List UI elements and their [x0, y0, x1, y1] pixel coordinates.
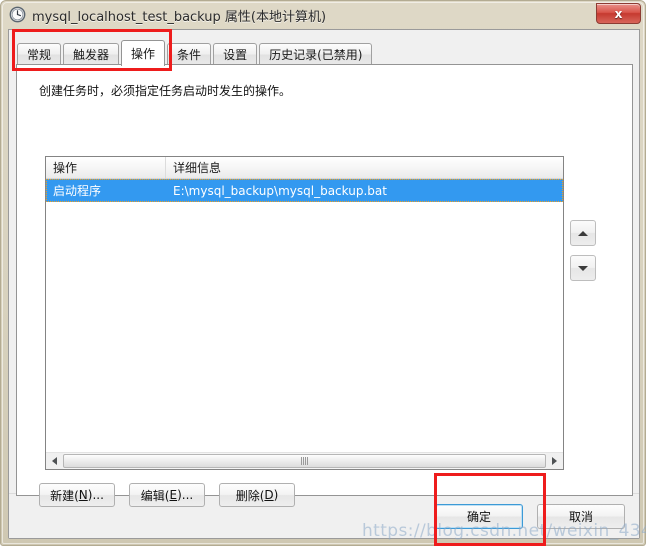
- tab-page-actions: 创建任务时，必须指定任务启动时发生的操作。 操作 详细信息 启动程序 E:\my…: [16, 64, 633, 507]
- new-button-prefix: 新建(: [50, 488, 79, 503]
- edit-button[interactable]: 编辑(E)...: [129, 483, 205, 507]
- tab-label: 条件: [177, 48, 202, 62]
- grip-icon: [300, 457, 309, 465]
- tab-label: 操作: [131, 47, 156, 61]
- cell-details: E:\mysql_backup\mysql_backup.bat: [173, 183, 387, 198]
- scroll-right-icon[interactable]: [546, 453, 563, 469]
- properties-dialog-window: mysql_localhost_test_backup 属性(本地计算机) x …: [0, 0, 646, 546]
- close-button[interactable]: x: [596, 3, 641, 24]
- tab-label: 常规: [27, 48, 52, 62]
- column-header-details[interactable]: 详细信息: [166, 157, 563, 178]
- new-button-suffix: )...: [87, 488, 104, 502]
- delete-button-prefix: 删除(: [235, 488, 265, 503]
- tab-conditions[interactable]: 条件: [167, 43, 212, 65]
- table-row[interactable]: 启动程序 E:\mysql_backup\mysql_backup.bat: [46, 179, 563, 202]
- new-button[interactable]: 新建(N)...: [39, 483, 115, 507]
- actions-list-view[interactable]: 操作 详细信息 启动程序 E:\mysql_backup\mysql_backu…: [45, 156, 564, 470]
- tab-strip: 常规 触发器 操作 条件 设置 历史记录(已禁用): [17, 39, 374, 66]
- move-up-button[interactable]: [570, 220, 596, 246]
- dialog-client-area: 常规 触发器 操作 条件 设置 历史记录(已禁用) 创建任务时，必须指定任务启动…: [8, 29, 640, 539]
- edit-button-prefix: 编辑(: [140, 488, 170, 503]
- edit-button-accelerator: E: [169, 488, 178, 502]
- title-bar[interactable]: mysql_localhost_test_backup 属性(本地计算机) x: [1, 1, 646, 29]
- page-description: 创建任务时，必须指定任务启动时发生的操作。: [39, 84, 292, 98]
- scrollbar-track[interactable]: [63, 453, 546, 469]
- edit-button-suffix: )...: [177, 488, 194, 502]
- scrollbar-thumb[interactable]: [63, 454, 546, 468]
- action-button-row: 新建(N)... 编辑(E)... 删除(D): [39, 483, 309, 507]
- tab-actions[interactable]: 操作: [121, 40, 166, 66]
- watermark-text: https://blog.csdn.net/weixin_43453386: [362, 521, 646, 541]
- move-down-button[interactable]: [570, 255, 596, 281]
- horizontal-scrollbar[interactable]: [46, 452, 563, 469]
- new-button-accelerator: N: [78, 488, 88, 502]
- delete-button[interactable]: 删除(D): [219, 483, 295, 507]
- tab-label: 历史记录(已禁用): [269, 48, 363, 62]
- delete-button-accelerator: D: [264, 488, 274, 502]
- delete-button-suffix: ): [273, 488, 279, 502]
- arrow-down-icon: [578, 265, 588, 271]
- close-icon: x: [614, 6, 623, 21]
- tab-history[interactable]: 历史记录(已禁用): [259, 43, 373, 65]
- arrow-up-icon: [578, 230, 588, 236]
- scroll-left-icon[interactable]: [46, 453, 63, 469]
- order-buttons: [570, 220, 596, 290]
- column-header-action[interactable]: 操作: [46, 157, 166, 178]
- tab-triggers[interactable]: 触发器: [63, 43, 120, 65]
- cell-action: 启动程序: [53, 184, 102, 198]
- tab-general[interactable]: 常规: [17, 43, 62, 65]
- tab-label: 设置: [223, 48, 248, 62]
- clock-icon: [9, 6, 26, 23]
- tab-label: 触发器: [73, 48, 110, 62]
- list-header: 操作 详细信息: [46, 157, 563, 179]
- window-title: mysql_localhost_test_backup 属性(本地计算机): [32, 9, 327, 25]
- tab-settings[interactable]: 设置: [213, 43, 258, 65]
